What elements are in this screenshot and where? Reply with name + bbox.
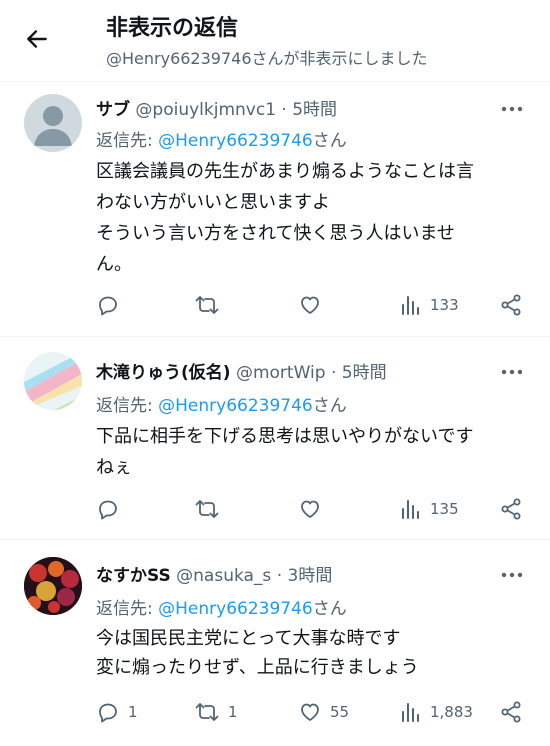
default-avatar-icon <box>34 106 72 146</box>
tweet-actions: 135 <box>0 494 550 524</box>
more-button[interactable] <box>500 563 524 587</box>
tweet-header: なすかSS @nasuka_s · 3時間 <box>96 561 490 586</box>
share-icon <box>501 701 521 723</box>
share-icon <box>501 498 521 520</box>
reply-count: 1 <box>128 703 138 721</box>
avatar[interactable] <box>24 557 82 615</box>
reply-button[interactable] <box>96 494 128 524</box>
retweet-button[interactable] <box>194 290 228 320</box>
page-subtitle: @Henry66239746さんが非表示にしました <box>106 49 428 68</box>
tweet-text-line: 下品に相手を下げる思考は思いやりがないです <box>96 426 474 447</box>
reply-button[interactable] <box>96 290 128 320</box>
heart-icon <box>301 703 319 721</box>
header: 非表示の返信 @Henry66239746さんが非表示にしました <box>0 0 550 82</box>
separator-dot: · <box>330 363 337 383</box>
like-count: 55 <box>330 703 350 721</box>
reply-icon <box>99 703 117 723</box>
user-avatar-image <box>24 352 82 410</box>
user-avatar-image <box>24 557 82 615</box>
more-button[interactable] <box>500 360 524 384</box>
tweet-header: 木滝りゅう(仮名) @mortWip · 5時間 <box>96 358 490 383</box>
display-name[interactable]: なすかSS <box>96 566 171 586</box>
views-icon <box>402 500 419 519</box>
mention-link[interactable]: @Henry66239746 <box>158 396 313 416</box>
timestamp[interactable]: 5時間 <box>342 363 387 383</box>
views-button[interactable]: 133 <box>400 290 459 320</box>
mention-link[interactable]: @Henry66239746 <box>158 599 313 619</box>
like-button[interactable] <box>298 290 330 320</box>
views-button[interactable]: 135 <box>400 494 459 524</box>
back-button[interactable] <box>20 22 54 56</box>
reply-icon <box>99 296 117 316</box>
reply-icon <box>99 500 117 520</box>
tweet-text-line: そういう言い方をされて快く思う人はいませ <box>96 223 455 244</box>
heart-icon <box>301 296 319 314</box>
like-button[interactable]: 55 <box>298 697 349 727</box>
view-count: 1,883 <box>430 703 473 721</box>
reply-tweet[interactable]: なすかSS @nasuka_s · 3時間 返信先: @Henry6623974… <box>0 541 550 746</box>
share-button[interactable] <box>499 697 523 727</box>
tweet-actions: 1 1 55 1,883 <box>0 697 550 727</box>
more-button[interactable] <box>500 97 524 121</box>
tweet-text-line: わない方がいいと思いますよ <box>96 192 330 213</box>
retweet-button[interactable] <box>194 494 228 524</box>
reply-button[interactable]: 1 <box>96 697 138 727</box>
tweet-text-line: 区議会議員の先生があまり煽るようなことは言 <box>96 161 474 182</box>
tweet-text-line: ねぇ <box>96 457 132 478</box>
display-name[interactable]: サブ <box>96 100 130 120</box>
avatar[interactable] <box>24 94 82 152</box>
share-icon <box>501 294 521 316</box>
like-button[interactable] <box>298 494 330 524</box>
arrow-left-icon <box>27 30 47 48</box>
retweet-icon <box>195 296 219 314</box>
tweet-header: サブ @poiuylkjmnvc1 · 5時間 <box>96 95 490 120</box>
user-handle[interactable]: @mortWip <box>236 363 326 383</box>
retweet-icon <box>195 703 219 721</box>
share-button[interactable] <box>499 494 523 524</box>
page-title: 非表示の返信 <box>106 16 239 41</box>
tweet-actions: 133 <box>0 290 550 320</box>
reply-tweet[interactable]: 木滝りゅう(仮名) @mortWip · 5時間 返信先: @Henry6623… <box>0 338 550 540</box>
separator-dot: · <box>276 566 283 586</box>
share-button[interactable] <box>499 290 523 320</box>
more-horizontal-icon <box>501 369 523 375</box>
avatar[interactable] <box>24 352 82 410</box>
more-horizontal-icon <box>501 572 523 578</box>
view-count: 133 <box>430 296 459 314</box>
tweet-text-line: 変に煽ったりせず、上品に行きましょう <box>96 657 419 678</box>
heart-icon <box>301 500 319 518</box>
separator-dot: · <box>281 100 287 120</box>
timestamp[interactable]: 5時間 <box>292 100 337 120</box>
user-handle[interactable]: @nasuka_s <box>176 566 271 586</box>
reply-tweet[interactable]: サブ @poiuylkjmnvc1 · 5時間 返信先: @Henry66239… <box>0 83 550 337</box>
reply-to: 返信先: @Henry66239746さん <box>96 599 347 619</box>
views-icon <box>402 703 419 722</box>
reply-to: 返信先: @Henry66239746さん <box>96 131 347 151</box>
tweet-text-line: 今は国民民主党にとって大事な時です <box>96 628 401 649</box>
timestamp[interactable]: 3時間 <box>288 566 333 586</box>
display-name[interactable]: 木滝りゅう(仮名) <box>96 363 231 383</box>
reply-to: 返信先: @Henry66239746さん <box>96 396 347 416</box>
mention-link[interactable]: @Henry66239746 <box>158 131 313 151</box>
user-handle[interactable]: @poiuylkjmnvc1 <box>135 100 276 120</box>
tweet-text-line: ん。 <box>96 254 132 275</box>
retweet-count: 1 <box>228 703 238 721</box>
view-count: 135 <box>430 500 459 518</box>
views-button[interactable]: 1,883 <box>400 697 473 727</box>
more-horizontal-icon <box>501 106 523 112</box>
views-icon <box>402 296 419 315</box>
retweet-icon <box>195 500 219 518</box>
retweet-button[interactable]: 1 <box>194 697 238 727</box>
